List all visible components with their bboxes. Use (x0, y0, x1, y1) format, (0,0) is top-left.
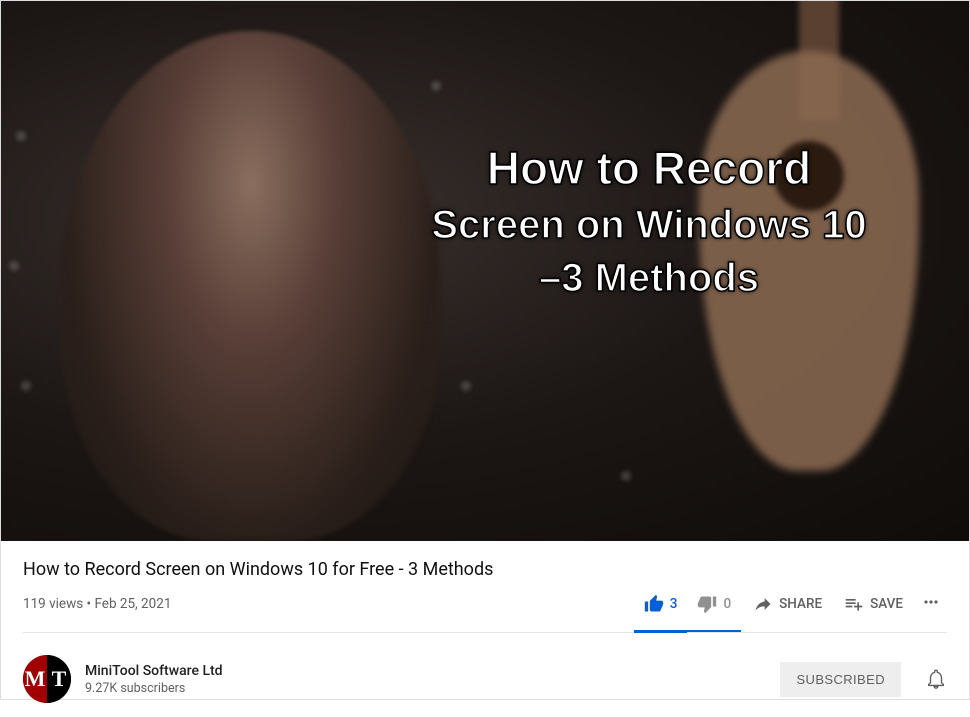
share-label: SHARE (779, 596, 822, 612)
like-count: 3 (670, 596, 678, 612)
video-thumbnail: How to Record Screen on Windows 10 –3 Me… (1, 1, 969, 541)
more-actions-button[interactable] (915, 592, 947, 617)
channel-row: M T MiniTool Software Ltd 9.27K subscrib… (1, 641, 969, 717)
subscriber-count: 9.27K subscribers (85, 681, 766, 696)
dislike-button[interactable]: 0 (687, 586, 741, 622)
share-button[interactable]: SHARE (743, 586, 832, 622)
video-title: How to Record Screen on Windows 10 for F… (23, 559, 947, 580)
dislike-count: 0 (723, 596, 731, 612)
subscribe-button[interactable]: SUBSCRIBED (780, 662, 901, 697)
avatar-letter-m: M (23, 655, 47, 703)
save-button[interactable]: SAVE (834, 586, 913, 622)
thumbs-up-icon (644, 594, 664, 614)
thumbs-down-icon (697, 594, 717, 614)
playlist-add-icon (844, 594, 864, 614)
like-button[interactable]: 3 (634, 586, 688, 622)
channel-name[interactable]: MiniTool Software Ltd (85, 663, 766, 679)
overlay-line-2: Screen on Windows 10 (389, 203, 909, 248)
save-label: SAVE (870, 596, 903, 612)
more-horizontal-icon (921, 592, 941, 612)
video-player[interactable]: How to Record Screen on Windows 10 –3 Me… (1, 1, 969, 541)
thumbnail-overlay-text: How to Record Screen on Windows 10 –3 Me… (389, 141, 909, 309)
overlay-line-3: –3 Methods (389, 256, 909, 301)
stats-separator: • (83, 596, 94, 612)
channel-avatar[interactable]: M T (23, 655, 71, 703)
avatar-letter-t: T (47, 655, 71, 703)
action-bar: 3 0 SHARE SAVE (634, 586, 947, 622)
view-count: 119 views (23, 596, 83, 612)
share-icon (753, 594, 773, 614)
video-stats: 119 views • Feb 25, 2021 (23, 596, 171, 612)
notification-bell-icon[interactable] (925, 668, 947, 690)
upload-date: Feb 25, 2021 (94, 596, 171, 612)
overlay-line-1: How to Record (389, 141, 909, 195)
